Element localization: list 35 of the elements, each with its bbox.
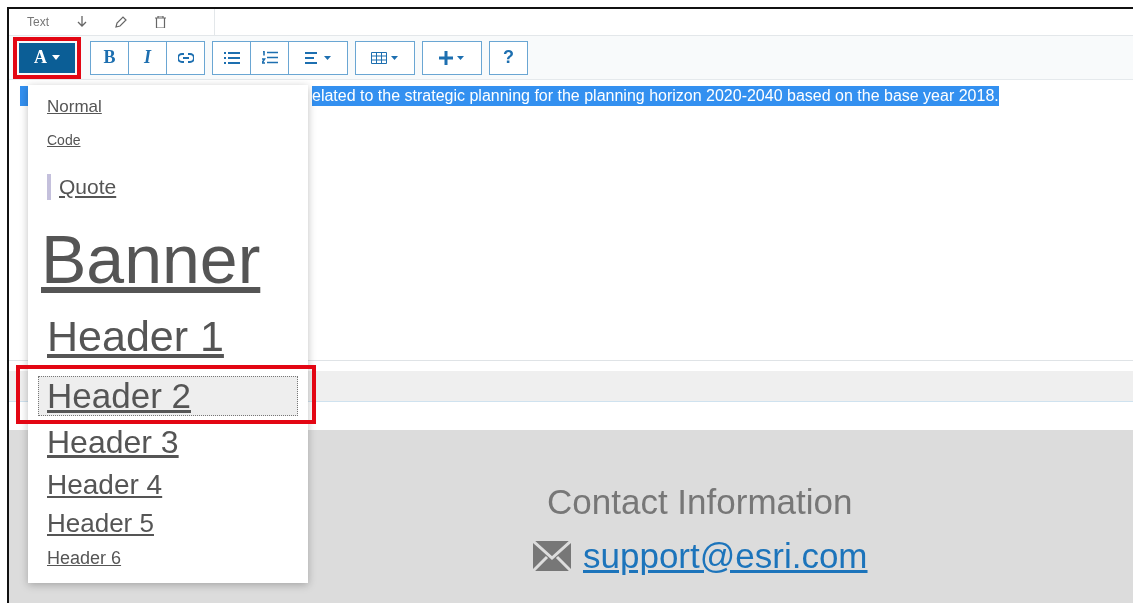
help-button[interactable]: ?: [489, 40, 528, 75]
plus-caret-icon: [439, 50, 465, 65]
align-caret-icon: [305, 51, 331, 64]
format-option[interactable]: Code: [38, 123, 298, 157]
table-caret-icon: [371, 51, 399, 64]
format-option[interactable]: Banner: [38, 216, 298, 301]
format-option[interactable]: Header 5: [38, 505, 298, 541]
email-link[interactable]: support@esri.com: [583, 536, 868, 576]
bold-button[interactable]: B: [90, 40, 129, 75]
italic-button[interactable]: I: [128, 40, 167, 75]
align-dropdown-button[interactable]: [288, 40, 348, 75]
contact-heading: Contact Information: [547, 482, 853, 522]
format-option[interactable]: Header 3: [38, 420, 298, 464]
format-option[interactable]: Header 6: [38, 541, 298, 575]
numbered-list-button[interactable]: [250, 40, 289, 75]
trash-icon[interactable]: [155, 16, 166, 28]
format-button[interactable]: A: [19, 42, 75, 73]
link-icon: [177, 52, 194, 63]
download-arrow-icon[interactable]: [77, 16, 87, 28]
bullet-list-button[interactable]: [212, 40, 251, 75]
format-option[interactable]: Header 2: [38, 376, 298, 416]
link-button[interactable]: [166, 40, 205, 75]
caret-icon: [52, 55, 60, 60]
pencil-icon[interactable]: [115, 16, 127, 28]
paragraph-text: elated to the strategic planning for the planning horizon 2020-2040 based on the base year 2018.: [312, 86, 999, 106]
format-option[interactable]: Quote: [38, 157, 298, 216]
format-option[interactable]: Normal: [38, 91, 298, 123]
numbered-list-icon: [261, 51, 278, 64]
format-option[interactable]: Header 1: [38, 301, 298, 371]
bullet-list-icon: [223, 51, 240, 64]
envelope-icon: [533, 541, 571, 571]
format-option[interactable]: Header 4: [38, 464, 298, 505]
tab-label[interactable]: Text: [27, 15, 49, 29]
table-dropdown-button[interactable]: [355, 40, 415, 75]
insert-dropdown-button[interactable]: [422, 40, 482, 75]
